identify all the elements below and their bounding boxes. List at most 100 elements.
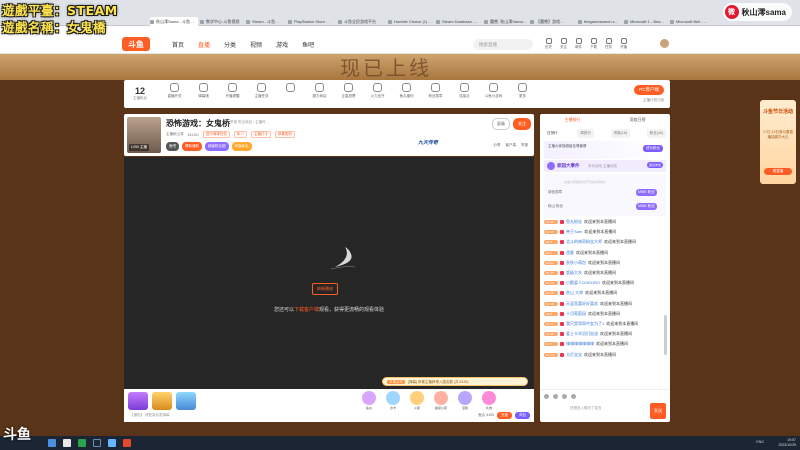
promo-gift-icon[interactable] (176, 392, 196, 410)
browser-tab[interactable]: Steam - 斗鱼… (246, 17, 286, 26)
subtab-week[interactable]: 周排行 (577, 129, 594, 138)
system-clock[interactable]: 19:57 2023/10/29 (778, 438, 796, 447)
fan-club-badge[interactable]: 超级粉丝团 (205, 142, 229, 151)
browser-tab[interactable]: Microsoft Bell - … (670, 17, 714, 26)
subtab-noble[interactable]: 贵族(16) (610, 129, 630, 138)
gift-item[interactable]: 宝箱 (455, 391, 475, 410)
input-language[interactable]: ENG (756, 440, 764, 444)
become-fan-button[interactable]: 成为粉丝 (643, 145, 663, 152)
app-icon[interactable] (48, 439, 56, 447)
browser-tab[interactable]: 【魔兽】游戏… (530, 17, 576, 26)
site-logo[interactable]: 斗鱼 (122, 37, 150, 51)
activity-notice[interactable]: 本场活动 [弹幕] 恭喜主播获得入围名额 (共 8125) (382, 377, 528, 386)
function-item[interactable] (276, 83, 305, 99)
refresh-play-button[interactable]: 刷新播放 (312, 283, 338, 295)
promo-gift-icon[interactable] (152, 392, 172, 410)
tab-daily-rank[interactable]: 贡献日榜 (630, 117, 646, 123)
function-item[interactable]: 直播开关 (160, 83, 189, 99)
browser-tab[interactable]: Humble Choice (1)… (388, 17, 434, 26)
send-button[interactable]: 发送 (650, 403, 666, 419)
gift-icon[interactable] (571, 394, 576, 399)
tab-anchor-rank[interactable]: 主播排行 (565, 117, 581, 123)
color-icon[interactable] (553, 394, 558, 399)
report-button[interactable]: 举报 (521, 143, 528, 148)
fan-promo[interactable]: 主播大家族超级至尊套餐 成为粉丝 (544, 141, 666, 159)
browser-tab[interactable]: Minecraft 1 - Bea… (624, 17, 668, 26)
room-report-link[interactable]: 举报 附近商品 • 主播时... (230, 120, 269, 125)
app-icon[interactable] (78, 439, 86, 447)
function-item[interactable]: 连接点 (450, 83, 479, 99)
history-button[interactable]: 历史 (543, 38, 554, 50)
nav-category[interactable]: 分类 (224, 40, 236, 49)
browser-tab[interactable]: 秋山澪Sama - 斗鱼… (150, 17, 198, 26)
fan-row-button[interactable]: MINE 粉丝 (636, 203, 657, 210)
streamer-avatar[interactable]: LV50 主播 (127, 117, 161, 153)
share-button[interactable]: 分享 (494, 143, 501, 148)
browser-tab[interactable]: PlayStation Store… (288, 17, 336, 26)
chat-input[interactable]: 还想进入聊天了发言 (568, 404, 643, 416)
function-item[interactable]: 更多 (508, 83, 537, 99)
block-button[interactable]: 屏蔽 (492, 118, 510, 130)
pc-client-button[interactable]: PC客户端 (634, 85, 664, 95)
follow-list-button[interactable]: 关注 (558, 38, 569, 50)
app-icon[interactable] (123, 439, 131, 447)
browser-tab[interactable]: thegamesearch.c… (578, 17, 622, 26)
room-tag[interactable]: 恭喜发财 (274, 131, 295, 138)
subtab-fans[interactable]: 粉丝(40) (646, 129, 666, 138)
pc-client-sub[interactable]: 主播计划订阅 (643, 98, 664, 103)
start-live-button[interactable]: 开播 (618, 38, 629, 50)
recharge-button[interactable]: 充值 (497, 412, 512, 419)
task-button[interactable]: 任务 (603, 38, 614, 50)
emoji-icon[interactable] (544, 394, 549, 399)
browser-tab[interactable]: 魔兽, 秋山澪Sama… (484, 17, 528, 26)
nav-games[interactable]: 游戏 (276, 40, 288, 49)
video-player[interactable]: 刷新播放 您还可以下载客户端观看，获得更流畅的观看体验 本场活动 [弹幕] 恭喜主… (124, 157, 534, 389)
event-join-button[interactable]: 报名参加 (646, 162, 663, 168)
follow-button[interactable]: 关注 (513, 118, 531, 130)
anchor-name[interactable]: 主播秋山澪 (166, 132, 184, 137)
forum-badge[interactable]: 鱼吧 (166, 142, 179, 151)
browser-tab[interactable]: Steam Database -… (436, 17, 482, 26)
nav-live[interactable]: 直播 (198, 40, 210, 49)
gift-item[interactable]: 礼物 (479, 391, 499, 410)
download-client-link[interactable]: 下载客户端 (294, 307, 319, 313)
app-icon[interactable] (108, 439, 116, 447)
browser-tab[interactable]: 斗鱼全民游戏平台 (338, 17, 386, 26)
notice-badge[interactable]: 帮助通知 (182, 142, 202, 151)
function-item[interactable]: 火力全开 (363, 83, 392, 99)
function-item[interactable]: 弹幕墙 (189, 83, 218, 99)
settings-icon[interactable] (562, 394, 567, 399)
app-icon[interactable] (63, 439, 71, 447)
client-button[interactable]: 客户端 (506, 143, 517, 148)
function-item[interactable]: 斗鱼小游戏 (479, 83, 508, 99)
gift-item[interactable]: 超级火箭 (431, 391, 451, 410)
address-bar[interactable] (0, 26, 800, 35)
function-item[interactable]: 魔力商店 (305, 83, 334, 99)
mail-button[interactable]: 邮件 (573, 38, 584, 50)
nav-forum[interactable]: 鱼吧 (302, 40, 314, 49)
room-tag[interactable]: 进行简单任务 (202, 131, 230, 138)
family-event[interactable]: 家园大事件 本月活动 主播动态 报名参加 (544, 160, 666, 172)
side-ad[interactable]: 斗鱼节日活动 17日-19日参与看直播抽豪华大礼 看直播 (760, 100, 796, 184)
gift-item[interactable]: 办卡 (383, 391, 403, 410)
side-ad-button[interactable]: 看直播 (764, 168, 792, 175)
nav-video[interactable]: 视频 (250, 40, 262, 49)
function-item[interactable]: 粉丝勋章 (421, 83, 450, 99)
function-item[interactable]: 鱼丸福利 (392, 83, 421, 99)
fan-row-button[interactable]: MINE 粉丝 (636, 189, 657, 196)
search-input[interactable]: 搜索直播 (473, 39, 533, 50)
function-item[interactable]: 开播提醒 (218, 83, 247, 99)
user-avatar[interactable] (659, 38, 670, 49)
subtab-day[interactable]: 日排行 (544, 129, 561, 138)
noble-badge[interactable]: 贵族标志 (231, 142, 252, 151)
function-item[interactable]: 主播任务 (247, 83, 276, 99)
backpack-button[interactable]: 背包 (515, 412, 530, 419)
download-button[interactable]: 下载 (588, 38, 599, 50)
gift-item[interactable]: 火箭 (407, 391, 427, 410)
room-tag[interactable]: 年少 (233, 131, 247, 138)
steam-icon[interactable] (93, 439, 101, 447)
chat-scrollbar[interactable] (664, 315, 667, 355)
room-tag[interactable]: 主播打卡 (250, 131, 271, 138)
function-item[interactable]: 正直投票 (334, 83, 363, 99)
browser-tab[interactable]: 数学中心-斗鱼视频 (200, 17, 244, 26)
